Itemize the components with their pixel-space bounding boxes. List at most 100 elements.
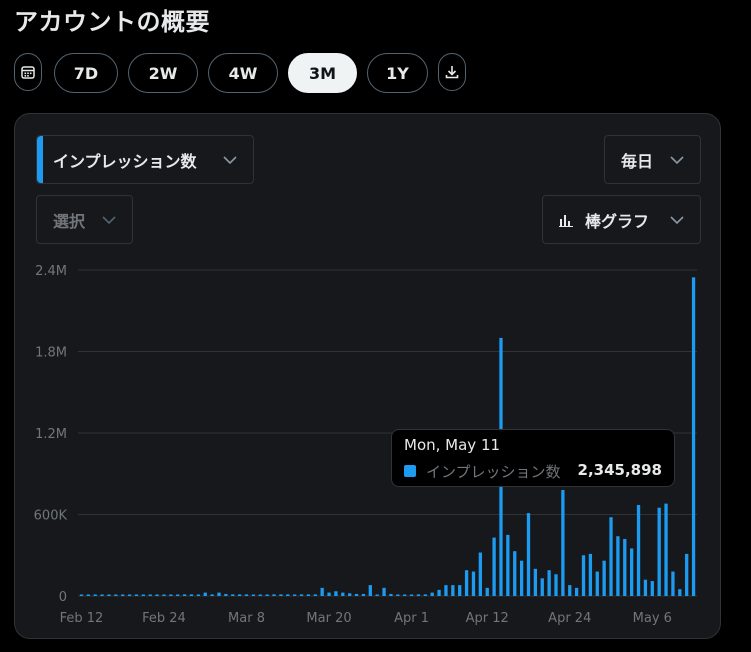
chart-bar[interactable] [409,594,414,597]
chart-bar[interactable] [423,594,427,596]
chart-bar[interactable] [547,570,551,596]
chart-bar[interactable] [609,517,613,596]
chart-bar[interactable] [299,594,304,596]
chart-bar[interactable] [121,594,125,597]
chart-bar[interactable] [334,591,338,596]
chart-bar[interactable] [148,594,152,597]
chart-bar[interactable] [107,594,111,597]
chart-bar[interactable] [464,570,469,596]
chart-bar[interactable] [506,534,510,596]
x-tick-label: Mar 20 [306,611,351,626]
chart-bar[interactable] [471,571,476,596]
chart-bar[interactable] [127,594,132,597]
chart-bar[interactable] [630,548,634,596]
chart-bar[interactable] [182,594,187,596]
chart-bar[interactable] [203,592,207,596]
chart-bar[interactable] [79,594,84,597]
chart-bar[interactable] [341,592,345,596]
chart-bar[interactable] [114,594,118,597]
x-tick-label: Feb 12 [60,611,104,626]
chart-bar[interactable] [643,579,648,596]
impressions-bar-chart: 0 600K 1.2M 1.8M 2.4M Feb 12 Feb 24 Mar 8 Mar 20… [34,264,697,626]
chart-bar[interactable] [664,503,668,596]
chart-bar[interactable] [444,585,448,596]
chart-bar[interactable] [574,587,579,596]
chart-bar[interactable] [361,593,366,596]
chart-bar[interactable] [451,585,455,596]
chart-bar[interactable] [169,594,173,597]
chart-bar[interactable] [389,593,393,596]
chart-bar[interactable] [678,589,682,596]
chart-bar[interactable] [93,594,97,597]
chart-bar[interactable] [458,585,462,596]
chart-bar[interactable] [155,594,159,597]
chart-bar[interactable] [237,594,242,596]
chart-bar[interactable] [196,594,201,597]
tooltip-date: Mon, May 11 [404,436,501,454]
chart-bar[interactable] [348,593,352,596]
chart-bar[interactable] [375,594,379,597]
chart-bar[interactable] [595,571,599,596]
chart-bar[interactable] [231,594,235,596]
chart-bar[interactable] [513,551,517,596]
chart-bar[interactable] [650,581,654,596]
chart-bar[interactable] [437,589,441,596]
chart-bar[interactable] [313,594,317,596]
chart-bar[interactable] [526,513,531,596]
chart-bar[interactable] [602,560,606,596]
chart-bar[interactable] [588,553,593,596]
y-tick-label: 0 [59,590,67,605]
chart-bar[interactable] [403,594,407,597]
chart-bar[interactable] [354,593,359,596]
chart-bar[interactable] [279,594,283,596]
chart-bar[interactable] [176,594,180,597]
y-tick-label: 1.2M [35,427,67,442]
chart-bar[interactable] [292,594,297,597]
chart-bar[interactable] [671,571,675,596]
chart-bar[interactable] [554,574,558,596]
chart-bar[interactable] [258,594,262,597]
chart-bar[interactable] [320,587,324,596]
chart-bar[interactable] [189,594,194,596]
chart-bar[interactable] [265,594,269,597]
tooltip-value: 2,345,898 [577,461,662,479]
chart-bar[interactable] [217,592,221,596]
chart-bar[interactable] [286,594,290,596]
chart-bar[interactable] [210,594,214,596]
chart-bar[interactable] [636,504,641,596]
chart-bar[interactable] [162,594,166,597]
chart-bar[interactable] [430,592,434,596]
chart-bar[interactable] [623,538,627,596]
chart-bar[interactable] [519,560,524,596]
chart-bar[interactable] [100,594,104,597]
chart-bar[interactable] [492,537,496,596]
chart-bar[interactable] [244,594,249,596]
chart-bar[interactable] [272,594,276,596]
chart-bar[interactable] [533,568,538,596]
chart-bar[interactable] [251,594,256,597]
chart-bar[interactable] [416,594,421,596]
chart-bar[interactable] [224,593,228,596]
chart-bar[interactable] [478,552,483,596]
chart-bar[interactable] [141,594,145,597]
x-tick-label: Apr 24 [548,611,591,626]
y-tick-label: 1.8M [35,346,67,361]
chart-bar[interactable] [134,594,139,597]
chart-bar[interactable] [540,578,544,596]
chart-bar[interactable] [616,536,620,596]
tooltip-series-label: インプレッション数 [426,463,561,481]
chart-bar[interactable] [396,594,400,597]
chart-bar[interactable] [657,507,661,596]
chart-bar[interactable] [368,585,372,596]
chart-bar[interactable] [561,490,565,596]
chart-bar[interactable] [685,553,689,596]
chart-bar[interactable] [568,585,572,596]
chart-bar[interactable] [581,555,586,596]
chart-bar[interactable] [485,587,489,596]
chart-bar[interactable] [327,592,331,596]
x-tick-label: Mar 8 [228,611,265,626]
chart-bar[interactable] [382,587,386,596]
chart-bar[interactable] [306,594,311,596]
chart-bar[interactable] [86,594,90,597]
chart-bar[interactable] [691,277,696,596]
